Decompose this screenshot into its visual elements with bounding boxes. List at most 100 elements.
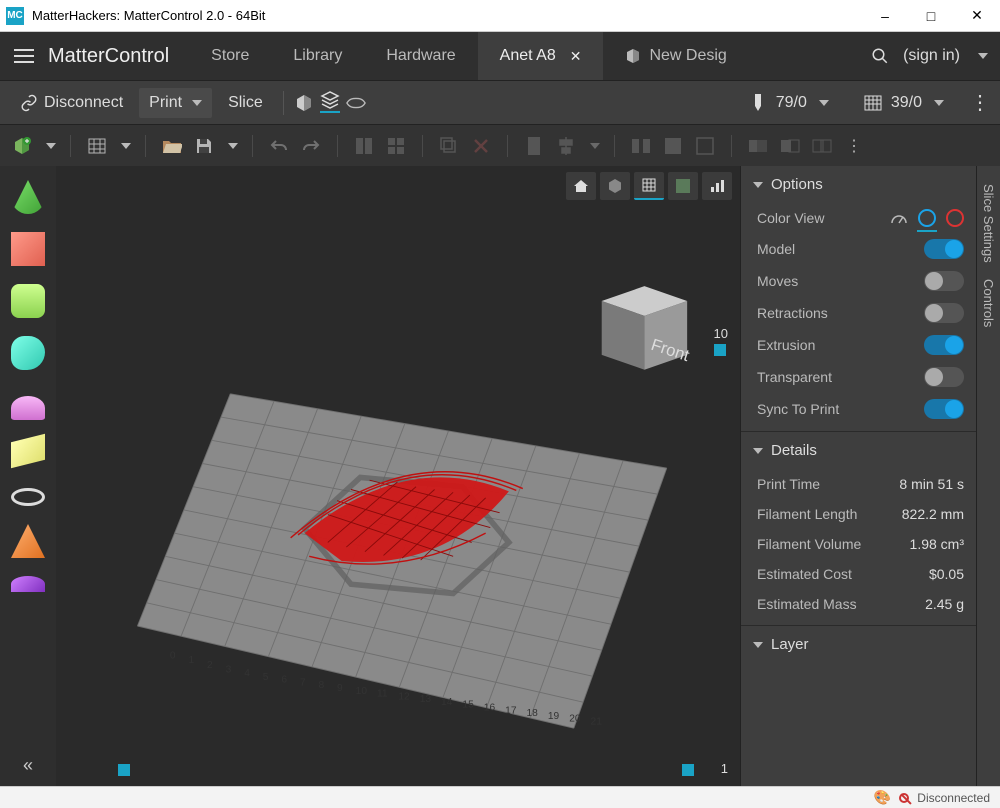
svg-text:12: 12 <box>398 691 410 702</box>
lay-flat-button[interactable] <box>384 134 408 158</box>
view-preview-button[interactable] <box>346 93 366 113</box>
vtab-controls[interactable]: Controls <box>979 271 998 335</box>
bed-options-caret-icon[interactable] <box>121 143 131 149</box>
toggle-transparent[interactable] <box>924 367 964 387</box>
delete-button[interactable] <box>469 134 493 158</box>
layer-section-header[interactable]: Layer <box>741 625 976 663</box>
arrange-button[interactable] <box>352 134 376 158</box>
toggle-moves[interactable] <box>924 271 964 291</box>
shape-cube[interactable] <box>11 232 45 266</box>
mirror-button[interactable] <box>661 134 685 158</box>
redo-button[interactable] <box>299 134 323 158</box>
speed-gauge-icon[interactable] <box>890 211 908 225</box>
tab-hardware[interactable]: Hardware <box>364 32 477 80</box>
copy-button[interactable] <box>437 134 461 158</box>
svg-text:2: 2 <box>207 660 213 671</box>
save-button[interactable] <box>192 134 216 158</box>
search-icon[interactable] <box>871 47 889 65</box>
options-section-header[interactable]: Options <box>741 166 976 203</box>
align-caret-icon[interactable] <box>590 143 600 149</box>
nozzle-temp-value[interactable]: 79/0 <box>776 94 807 112</box>
bed-options-button[interactable] <box>85 134 109 158</box>
view-model-button[interactable] <box>294 93 314 113</box>
shape-half-sphere[interactable] <box>11 396 45 420</box>
slice-button[interactable]: Slice <box>218 88 273 118</box>
palette-icon[interactable]: 🎨 <box>874 789 891 806</box>
viewport-home-button[interactable] <box>566 172 596 200</box>
viewport-3d[interactable]: 012 345 678 91011 121314 151617 181920 2… <box>56 166 740 786</box>
shape-ring[interactable] <box>11 488 45 506</box>
subtract-button[interactable] <box>778 134 802 158</box>
bed-temp-value[interactable]: 39/0 <box>891 94 922 112</box>
toggle-model[interactable] <box>924 239 964 259</box>
tab-printer-anet-a8[interactable]: Anet A8 ✕ <box>478 32 604 80</box>
viewport-solid-button[interactable] <box>668 172 698 200</box>
window-minimize-button[interactable]: – <box>862 0 908 32</box>
window-close-button[interactable]: ✕ <box>954 0 1000 32</box>
detail-filament-length: Filament Length 822.2 mm <box>741 499 976 529</box>
view-layers-button[interactable] <box>320 93 340 113</box>
shape-half-cylinder[interactable] <box>11 576 45 592</box>
undo-button[interactable] <box>267 134 291 158</box>
add-part-button[interactable] <box>10 134 34 158</box>
shape-sphere[interactable] <box>11 336 45 370</box>
toolbar-overflow-button[interactable]: ⋮ <box>842 134 866 158</box>
layer-header-label: Layer <box>771 636 809 653</box>
disconnect-button[interactable]: Disconnect <box>10 88 133 118</box>
svg-text:10: 10 <box>356 686 368 697</box>
window-maximize-button[interactable]: □ <box>908 0 954 32</box>
tab-close-icon[interactable]: ✕ <box>570 48 582 65</box>
option-label: Retractions <box>757 305 828 321</box>
nozzle-temp-caret-icon[interactable] <box>819 100 829 106</box>
nudge-button[interactable] <box>522 134 546 158</box>
option-label: Extrusion <box>757 337 815 353</box>
window-title: MatterHackers: MatterControl 2.0 - 64Bit <box>32 8 265 23</box>
tab-library[interactable]: Library <box>271 32 364 80</box>
bed-temp-caret-icon[interactable] <box>934 100 944 106</box>
shape-pyramid[interactable] <box>11 524 45 558</box>
shape-wedge[interactable] <box>11 434 45 468</box>
shape-cylinder[interactable] <box>11 284 45 318</box>
layer-slider-top-handle[interactable] <box>714 344 726 356</box>
vtab-slice-settings[interactable]: Slice Settings <box>979 176 998 271</box>
signin-caret-icon[interactable] <box>978 53 988 59</box>
toggle-sync-to-print[interactable] <box>924 399 964 419</box>
intersect-button[interactable] <box>810 134 834 158</box>
print-button[interactable]: Print <box>139 88 212 118</box>
svg-text:9: 9 <box>337 683 343 694</box>
add-part-caret-icon[interactable] <box>46 143 56 149</box>
no-color-icon[interactable] <box>946 209 964 227</box>
align-button[interactable] <box>554 134 578 158</box>
group-button[interactable] <box>629 134 653 158</box>
overflow-menu-button[interactable]: ⋮ <box>970 93 990 113</box>
tab-new-design[interactable]: New Desig <box>603 32 748 80</box>
toggle-retractions[interactable] <box>924 303 964 323</box>
nozzle-temp-icon <box>748 93 768 113</box>
orientation-cube: Front <box>602 286 692 370</box>
tab-store[interactable]: Store <box>189 32 271 80</box>
material-color-icon[interactable] <box>918 209 936 227</box>
signin-button[interactable]: (sign in) <box>903 47 960 65</box>
combine-button[interactable] <box>746 134 770 158</box>
svg-text:7: 7 <box>300 677 306 688</box>
open-button[interactable] <box>160 134 184 158</box>
separator <box>422 135 423 157</box>
app-name-label: MatterControl <box>48 45 169 68</box>
horizontal-slider-handle[interactable] <box>118 764 130 776</box>
svg-text:4: 4 <box>244 668 250 679</box>
svg-text:20: 20 <box>569 714 581 725</box>
bed-temp-icon <box>863 93 883 113</box>
details-section-header[interactable]: Details <box>741 431 976 469</box>
shape-cone[interactable] <box>11 180 45 214</box>
palette-collapse-button[interactable]: « <box>23 755 33 776</box>
viewport-shade-button[interactable] <box>600 172 630 200</box>
toggle-extrusion[interactable] <box>924 335 964 355</box>
save-caret-icon[interactable] <box>228 143 238 149</box>
viewport-grid-button[interactable] <box>634 172 664 200</box>
hamburger-menu-button[interactable] <box>0 49 48 63</box>
ungroup-button[interactable] <box>693 134 717 158</box>
detail-label: Estimated Cost <box>757 566 852 582</box>
slice-label: Slice <box>228 94 263 112</box>
layer-slider-bottom-handle[interactable] <box>682 764 694 776</box>
viewport-stats-button[interactable] <box>702 172 732 200</box>
